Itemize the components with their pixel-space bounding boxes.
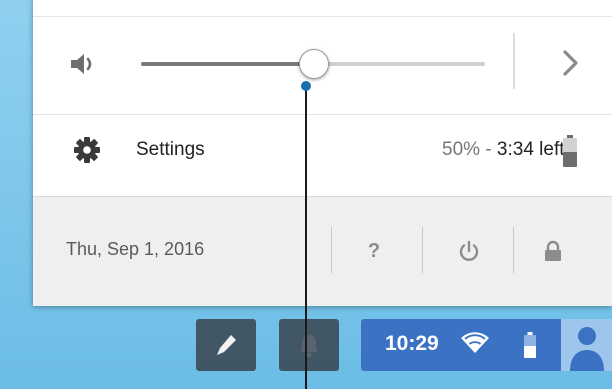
speaker-icon[interactable] (69, 52, 99, 76)
volume-row (33, 16, 612, 115)
chevron-right-icon[interactable] (552, 43, 588, 83)
help-button[interactable]: ? (356, 233, 392, 269)
battery-time-left: 3:34 left (496, 139, 565, 160)
battery-status: 50% - 3:34 left (442, 139, 565, 161)
battery-separator: - (485, 139, 492, 160)
date-label: Thu, Sep 1, 2016 (66, 239, 205, 259)
divider (513, 33, 515, 89)
volume-slider-thumb[interactable] (299, 49, 329, 79)
settings-row: Settings 50% - 3:34 left (33, 114, 612, 197)
callout-marker (301, 81, 311, 91)
battery-icon (524, 332, 536, 358)
avatar-icon[interactable] (561, 319, 612, 371)
system-tray-panel: Settings 50% - 3:34 left Thu, Sep 1, 201… (33, 0, 612, 306)
help-icon: ? (367, 239, 381, 262)
notifications-icon (300, 335, 318, 358)
stylus-icon (217, 335, 236, 355)
power-icon (459, 240, 479, 261)
battery-icon (563, 135, 577, 167)
gear-icon[interactable] (73, 136, 101, 164)
callout-line (305, 86, 307, 389)
lock-icon (545, 240, 561, 261)
footer-row: Thu, Sep 1, 2016 ? (33, 196, 612, 306)
wifi-icon (461, 332, 489, 353)
status-area-button[interactable]: 10:29 (361, 319, 612, 371)
notifications-button[interactable] (279, 319, 339, 371)
battery-percent: 50% (442, 139, 481, 160)
clock: 10:29 (385, 332, 439, 355)
power-button[interactable] (451, 233, 487, 269)
divider (331, 227, 332, 273)
divider (513, 227, 514, 273)
volume-slider[interactable] (141, 47, 485, 81)
volume-track-fill (141, 62, 313, 66)
stylus-tools-button[interactable] (196, 319, 256, 371)
lock-button[interactable] (535, 233, 571, 269)
settings-label[interactable]: Settings (136, 139, 205, 161)
divider (422, 227, 423, 273)
